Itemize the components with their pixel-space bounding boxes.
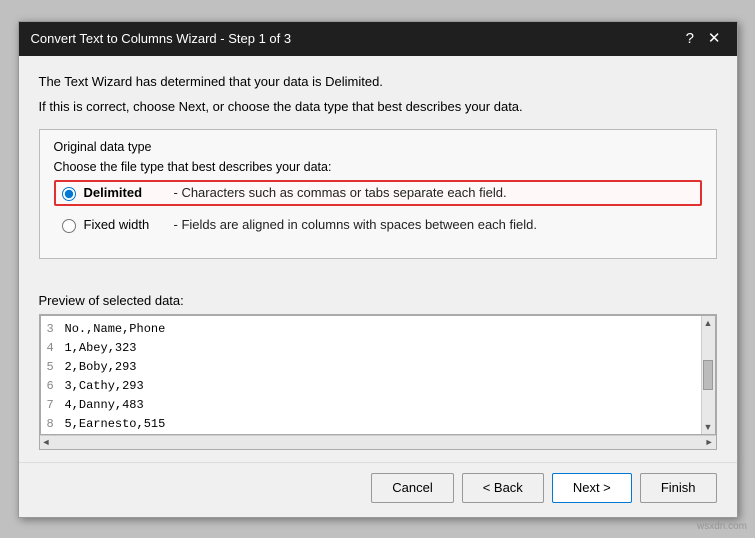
radio-desc-delimited: - Characters such as commas or tabs sepa… xyxy=(174,185,507,200)
row-num-5: 8 xyxy=(47,415,65,433)
preview-box: 3 No.,Name,Phone 4 1,Abey,323 5 2,Boby,2… xyxy=(40,315,716,435)
preview-label: Preview of selected data: xyxy=(39,293,717,308)
radio-fixedwidth[interactable] xyxy=(62,219,76,233)
radio-label-delimited: Delimited xyxy=(84,185,164,200)
hscroll-right-arrow[interactable]: ► xyxy=(705,437,714,447)
data-type-radio-group: Delimited - Characters such as commas or… xyxy=(54,180,702,238)
row-text-4: 4,Danny,483 xyxy=(65,396,144,415)
preview-row-0: 3 No.,Name,Phone xyxy=(47,320,695,339)
row-num-0: 3 xyxy=(47,320,65,339)
close-button[interactable]: ✕ xyxy=(704,31,725,46)
radio-row-delimited: Delimited - Characters such as commas or… xyxy=(54,180,702,206)
row-num-1: 4 xyxy=(47,339,65,358)
preview-vscrollbar[interactable]: ▲ ▼ xyxy=(701,316,715,434)
watermark: wsxdn.com xyxy=(697,521,747,532)
cancel-button[interactable]: Cancel xyxy=(371,473,453,503)
dialog-title: Convert Text to Columns Wizard - Step 1 … xyxy=(31,31,292,46)
help-button[interactable]: ? xyxy=(682,31,698,46)
section-title: Original data type xyxy=(54,140,702,154)
intro-line2: If this is correct, choose Next, or choo… xyxy=(39,97,717,117)
intro-line1: The Text Wizard has determined that your… xyxy=(39,72,717,92)
radio-delimited[interactable] xyxy=(62,187,76,201)
dialog-body: The Text Wizard has determined that your… xyxy=(19,56,737,462)
radio-row-fixedwidth: Fixed width - Fields are aligned in colu… xyxy=(54,212,702,238)
dialog-footer: Cancel < Back Next > Finish xyxy=(19,462,737,517)
next-button[interactable]: Next > xyxy=(552,473,632,503)
preview-hscrollbar[interactable]: ◄ ► xyxy=(40,435,716,449)
radio-label-fixedwidth: Fixed width xyxy=(84,217,164,232)
preview-section: Preview of selected data: 3 No.,Name,Pho… xyxy=(39,293,717,450)
back-button[interactable]: < Back xyxy=(462,473,544,503)
hscroll-left-arrow[interactable]: ◄ xyxy=(42,437,51,447)
vscroll-thumb[interactable] xyxy=(703,360,713,390)
row-text-5: 5,Earnesto,515 xyxy=(65,415,166,433)
row-num-3: 6 xyxy=(47,377,65,396)
preview-container: 3 No.,Name,Phone 4 1,Abey,323 5 2,Boby,2… xyxy=(39,314,717,450)
preview-row-1: 4 1,Abey,323 xyxy=(47,339,695,358)
convert-wizard-dialog: Convert Text to Columns Wizard - Step 1 … xyxy=(18,21,738,518)
row-num-2: 5 xyxy=(47,358,65,377)
radio-desc-fixedwidth: - Fields are aligned in columns with spa… xyxy=(174,217,537,232)
title-bar: Convert Text to Columns Wizard - Step 1 … xyxy=(19,22,737,56)
vscroll-up-arrow[interactable]: ▲ xyxy=(704,318,713,328)
preview-row-2: 5 2,Boby,293 xyxy=(47,358,695,377)
row-text-3: 3,Cathy,293 xyxy=(65,377,144,396)
preview-row-5: 8 5,Earnesto,515 xyxy=(47,415,695,433)
row-text-0: No.,Name,Phone xyxy=(65,320,166,339)
row-text-1: 1,Abey,323 xyxy=(65,339,137,358)
preview-row-3: 6 3,Cathy,293 xyxy=(47,377,695,396)
preview-content: 3 No.,Name,Phone 4 1,Abey,323 5 2,Boby,2… xyxy=(41,316,701,434)
original-data-type-section: Original data type Choose the file type … xyxy=(39,129,717,259)
vscroll-down-arrow[interactable]: ▼ xyxy=(704,422,713,432)
finish-button[interactable]: Finish xyxy=(640,473,717,503)
title-bar-buttons: ? ✕ xyxy=(682,31,725,46)
preview-row-4: 7 4,Danny,483 xyxy=(47,396,695,415)
section-sublabel: Choose the file type that best describes… xyxy=(54,160,702,174)
row-text-2: 2,Boby,293 xyxy=(65,358,137,377)
row-num-4: 7 xyxy=(47,396,65,415)
